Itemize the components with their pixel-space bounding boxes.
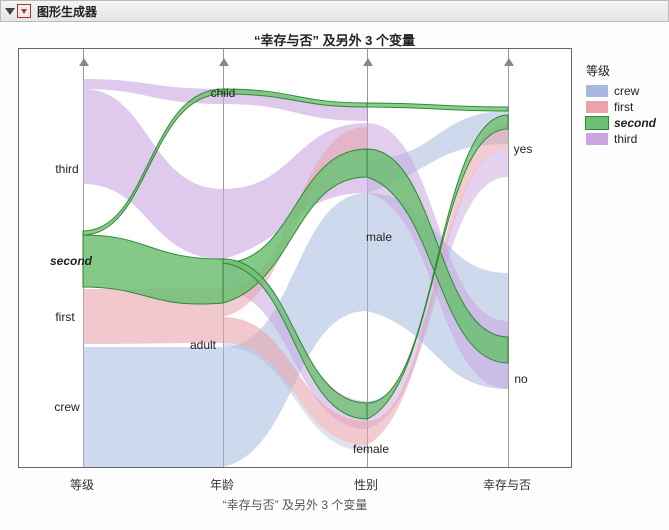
legend-label: crew [614,84,639,98]
legend-label: first [614,100,633,114]
legend-item-first[interactable]: first [586,99,656,115]
legend-title: 等级 [586,62,656,79]
axis-label-0[interactable]: 等级 [52,476,112,493]
axis-label-2[interactable]: 性别 [336,476,396,493]
cat-adult[interactable]: adult [190,338,216,352]
legend-swatch [586,85,608,97]
chart-title: “幸存与否” 及另外 3 个变量 [0,30,669,49]
cat-female[interactable]: female [353,442,389,456]
legend-swatch [586,117,608,129]
legend-item-third[interactable]: third [586,131,656,147]
legend-item-second[interactable]: second [586,115,656,131]
cat-second[interactable]: second [50,254,92,268]
axis-label-3[interactable]: 幸存与否 [477,476,537,493]
plot-area: crew first second third adult child male… [18,48,572,468]
legend-swatch [586,101,608,113]
disclosure-icon[interactable] [5,8,15,15]
menu-trigger-icon[interactable] [17,4,31,18]
legend: 等级 crew first second third [586,62,656,147]
panel-header: 图形生成器 [0,0,669,22]
chart-subtitle: “幸存与否” 及另外 3 个变量 [18,496,572,513]
axis-label-1[interactable]: 年龄 [192,476,252,493]
cat-first[interactable]: first [55,310,74,324]
cat-child[interactable]: child [211,86,236,100]
panel-title: 图形生成器 [37,3,97,20]
cat-crew[interactable]: crew [54,400,79,414]
flow-bands [19,49,571,467]
legend-label: third [614,132,637,146]
legend-swatch [586,133,608,145]
cat-no[interactable]: no [514,372,527,386]
cat-male[interactable]: male [366,230,392,244]
cat-yes[interactable]: yes [514,142,533,156]
legend-item-crew[interactable]: crew [586,83,656,99]
legend-label: second [614,116,656,130]
cat-third[interactable]: third [55,162,78,176]
